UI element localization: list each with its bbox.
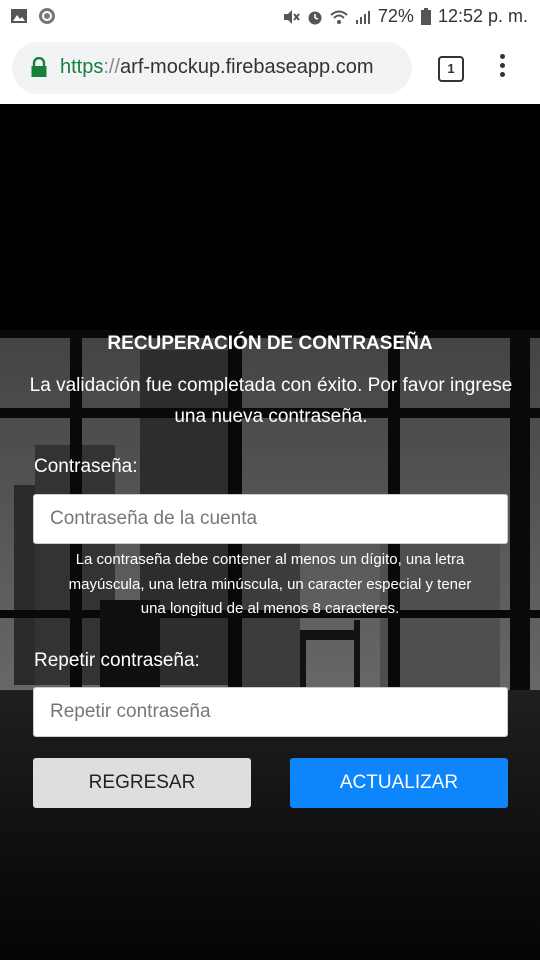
url-text[interactable]: https://arf-mockup.firebaseapp.com xyxy=(60,56,373,79)
success-message-line-1: La validación fue completada con éxito. … xyxy=(29,375,513,396)
address-bar[interactable]: https://arf-mockup.firebaseapp.com xyxy=(12,42,412,94)
mute-icon xyxy=(283,9,300,24)
battery-icon xyxy=(420,7,431,25)
page-content: RECUPERACIÓN DE CONTRASEÑA La validación… xyxy=(0,104,540,960)
password-label: Contraseña: xyxy=(34,456,138,477)
lock-icon xyxy=(31,57,47,77)
overflow-menu-icon[interactable] xyxy=(494,54,510,84)
hint-line-3: una longitud de al menos 8 caracteres. xyxy=(140,600,400,617)
signal-icon xyxy=(355,10,370,24)
back-button[interactable]: REGRESAR xyxy=(33,758,251,808)
sync-icon xyxy=(39,8,55,24)
tab-switcher-button[interactable]: 1 xyxy=(438,56,464,82)
page-title: RECUPERACIÓN DE CONTRASEÑA xyxy=(107,333,433,354)
image-icon xyxy=(11,9,27,23)
status-bar: 72% 12:52 p. m. xyxy=(0,0,540,34)
repeat-password-input[interactable] xyxy=(33,687,508,737)
url-host: arf-mockup.firebaseapp.com xyxy=(120,56,374,78)
success-message: La validación fue completada con éxito. … xyxy=(2,370,540,432)
repeat-password-label: Repetir contraseña: xyxy=(34,650,200,671)
password-input[interactable] xyxy=(33,494,508,544)
hint-line-1: La contraseña debe contener al menos un … xyxy=(75,551,465,568)
password-recovery-form: RECUPERACIÓN DE CONTRASEÑA La validación… xyxy=(0,104,540,960)
wifi-icon xyxy=(330,10,348,24)
success-message-line-2: una nueva contraseña. xyxy=(174,406,368,427)
alarm-icon xyxy=(308,11,322,24)
password-requirements-hint: La contraseña debe contener al menos un … xyxy=(30,548,510,622)
clock: 12:52 p. m. xyxy=(437,6,528,26)
url-separator: :// xyxy=(103,56,121,78)
update-button[interactable]: ACTUALIZAR xyxy=(290,758,508,808)
battery-percent: 72% xyxy=(377,6,414,26)
browser-toolbar: https://arf-mockup.firebaseapp.com 1 xyxy=(0,34,540,104)
hint-line-2: mayúscula, una letra minúscula, un carac… xyxy=(68,575,472,593)
url-scheme: https xyxy=(60,56,104,78)
